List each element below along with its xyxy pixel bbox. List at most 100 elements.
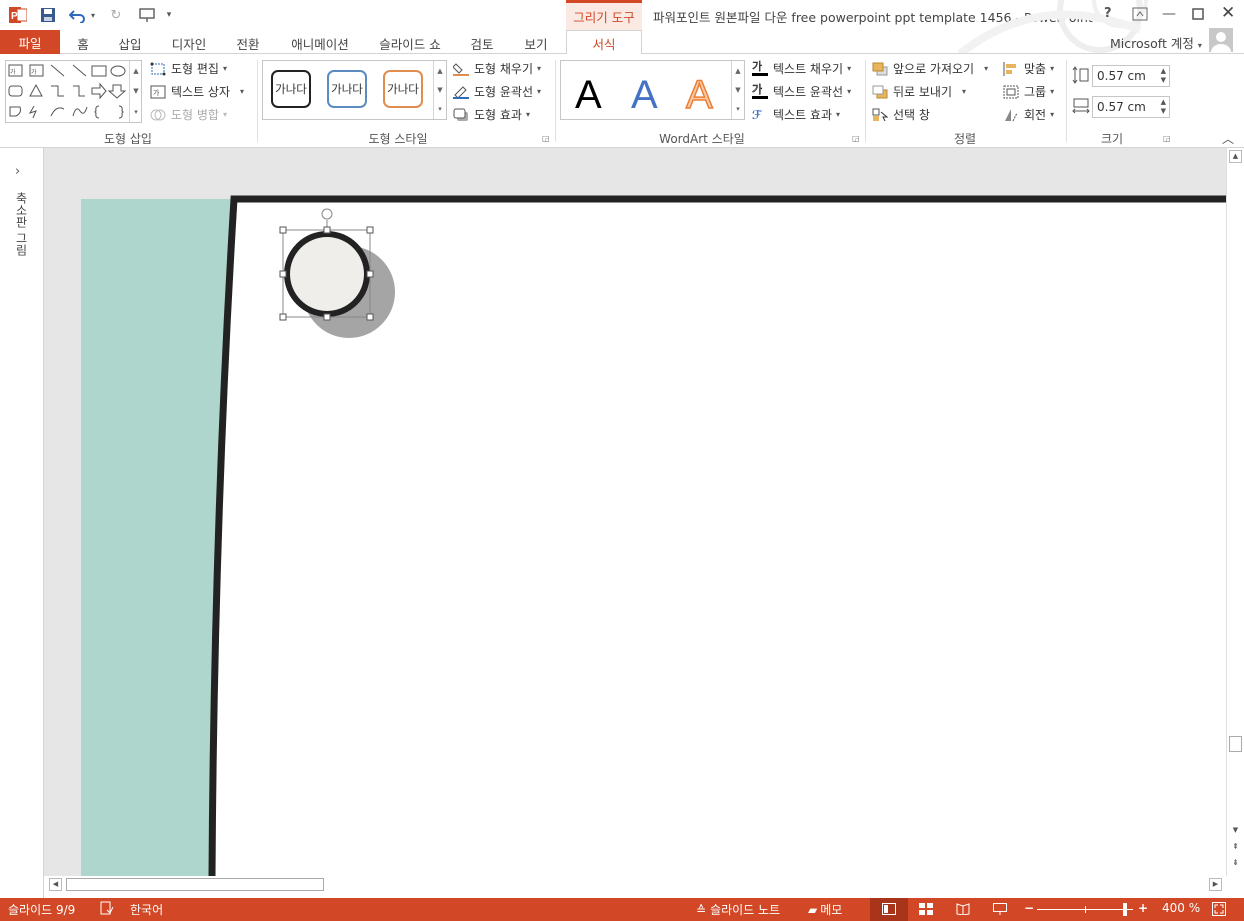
slideshow-view-icon[interactable] [993,903,1007,915]
selection-pane-button[interactable]: 선택 창 [872,106,930,123]
minimize-icon[interactable]: — [1162,6,1176,22]
start-slideshow-icon[interactable] [136,6,160,24]
group-divider [555,60,556,142]
customize-qat-icon[interactable]: ▾ [162,6,176,24]
collapse-ribbon-icon[interactable]: ︿ [1222,130,1234,147]
shape-effects-button[interactable]: 도형 효과 ▾ [453,106,530,123]
tab-review[interactable]: 검토 [462,33,502,54]
notes-label: 슬라이드 노트 [710,903,781,917]
horizontal-scrollbar[interactable]: ◀ ▶ [44,876,1226,898]
group-divider [257,60,258,142]
rotate-button[interactable]: 회전 ▾ [1003,106,1054,123]
wordart-styles[interactable]: A A A [561,61,731,119]
scroll-down-icon[interactable]: ▼ [1229,825,1242,838]
text-fill-button[interactable]: 가 텍스트 채우기 ▾ [752,60,851,77]
tab-file[interactable]: 파일 [0,30,60,54]
shapes-gallery[interactable]: 가가 ▲ ▼ ▾ [5,60,142,123]
notes-button[interactable]: ≙ 슬라이드 노트 [696,901,780,918]
edit-shape-button[interactable]: 도형 편집 ▾ [150,60,227,77]
send-backward-button[interactable]: 뒤로 보내기 ▾ [872,83,966,100]
powerpoint-icon[interactable]: P [8,6,28,24]
zoom-in-icon[interactable]: + [1138,901,1148,915]
merge-shapes-icon [150,108,166,122]
text-outline-button[interactable]: 가 텍스트 윤곽선 ▾ [752,83,851,100]
zoom-slider-thumb[interactable] [1123,903,1128,916]
previous-slide-icon[interactable]: ⇞ [1229,842,1242,855]
size-launcher-icon[interactable]: ◲ [1163,134,1171,143]
save-icon[interactable] [38,6,58,24]
spellcheck-icon[interactable] [100,901,114,915]
tab-home[interactable]: 홈 [68,33,98,54]
tab-format[interactable]: 서식 [566,30,642,55]
expand-pane-icon[interactable]: › [15,164,20,179]
merge-shapes-label: 도형 병합 [171,108,219,122]
wordart-launcher-icon[interactable]: ◲ [852,134,860,143]
vertical-scrollbar[interactable]: ▲ ▼ ⇞ ⇟ [1226,148,1244,876]
tab-slideshow[interactable]: 슬라이드 쇼 [372,33,448,54]
shape-outline-button[interactable]: 도형 윤곽선 ▾ [453,83,541,100]
slide[interactable] [44,148,1226,876]
close-icon[interactable]: ✕ [1221,3,1235,23]
align-button[interactable]: 맞춤 ▾ [1003,60,1054,77]
width-spinner-icon[interactable]: ▲ ▼ [1161,98,1166,116]
shape-height-input[interactable]: 0.57 cm ▲ ▼ [1092,65,1170,87]
svg-text:가: 가 [31,68,37,76]
group-button[interactable]: 그룹 ▾ [1003,83,1054,100]
shape-width-icon [1072,97,1090,118]
wordart-style-black: A [575,73,602,117]
horizontal-scroll-thumb[interactable] [66,878,324,891]
tab-view[interactable]: 보기 [516,33,556,54]
shape-width-input[interactable]: 0.57 cm ▲ ▼ [1092,96,1170,118]
text-outline-label: 텍스트 윤곽선 [773,85,844,99]
wordart-scroll[interactable]: ▲ ▼ ▾ [731,61,744,119]
pencil-icon [453,85,469,99]
normal-view-button[interactable] [870,898,908,921]
height-spinner-icon[interactable]: ▲ ▼ [1161,67,1166,85]
zoom-out-icon[interactable]: − [1024,901,1034,915]
paint-bucket-icon [452,62,469,76]
powerpoint-window: P ▾ ↻ ▾ 그리기 도구 파워포인트 원본파일 다운 free powerp… [0,0,1244,921]
slide-counter[interactable]: 슬라이드 9/9 [8,901,75,918]
arrange-group-label: 정렬 [953,132,977,146]
shapes-gallery-scroll[interactable]: ▲ ▼ ▾ [129,61,142,122]
scroll-left-icon[interactable]: ◀ [49,878,62,891]
tab-transitions[interactable]: 전환 [228,33,268,54]
slide-editing-area[interactable] [44,148,1226,876]
shape-fill-button[interactable]: 도형 채우기 ▾ [452,60,541,77]
maximize-icon[interactable] [1192,8,1204,23]
ribbon-display-icon[interactable] [1132,7,1148,24]
merge-shapes-button[interactable]: 도형 병합 ▾ [150,106,227,123]
circle-marker[interactable] [290,237,364,311]
shapes-palette-icon[interactable]: 가가 [6,61,130,122]
comments-button[interactable]: ▰ 메모 [808,901,842,918]
bring-forward-button[interactable]: 앞으로 가져오기 ▾ [872,60,988,77]
tab-design[interactable]: 디자인 [164,33,214,54]
avatar[interactable] [1209,28,1233,52]
shape-style-orange[interactable]: 가나다 [383,70,423,108]
tab-insert[interactable]: 삽입 [112,33,148,54]
tab-animations[interactable]: 애니메이션 [282,33,358,54]
reading-view-icon[interactable] [956,903,970,915]
language-indicator[interactable]: 한국어 [130,901,163,918]
zoom-level[interactable]: 400 % [1162,901,1200,915]
wordart-gallery[interactable]: A A A ▲ ▼ ▾ [560,60,745,120]
shape-style-blue[interactable]: 가나다 [327,70,367,108]
text-fill-label: 텍스트 채우기 [773,62,844,76]
redo-icon[interactable]: ↻ [106,6,126,24]
vertical-scroll-thumb[interactable] [1229,736,1242,752]
scroll-right-icon[interactable]: ▶ [1209,878,1222,891]
account-menu[interactable]: Microsoft 계정 ▾ [1110,33,1202,52]
thumbnail-pane-collapsed[interactable]: › 축소판 그림 [0,148,44,898]
shape-styles-scroll[interactable]: ▲ ▼ ▾ [433,61,446,119]
text-effects-button[interactable]: ℱ 텍스트 효과 ▾ [752,106,840,123]
help-button[interactable]: ? [1104,6,1112,21]
text-box-button[interactable]: 가 텍스트 상자 ▾ [150,83,244,100]
shape-style-dark[interactable]: 가나다 [271,70,311,108]
scroll-up-icon[interactable]: ▲ [1229,150,1242,163]
shape-styles-gallery[interactable]: 가나다 가나다 가나다 ▲ ▼ ▾ [262,60,447,120]
undo-icon[interactable]: ▾ [66,6,98,24]
next-slide-icon[interactable]: ⇟ [1229,858,1242,871]
shape-styles-launcher-icon[interactable]: ◲ [542,134,550,143]
fit-to-window-icon[interactable] [1212,902,1226,916]
slide-sorter-icon[interactable] [919,903,933,915]
